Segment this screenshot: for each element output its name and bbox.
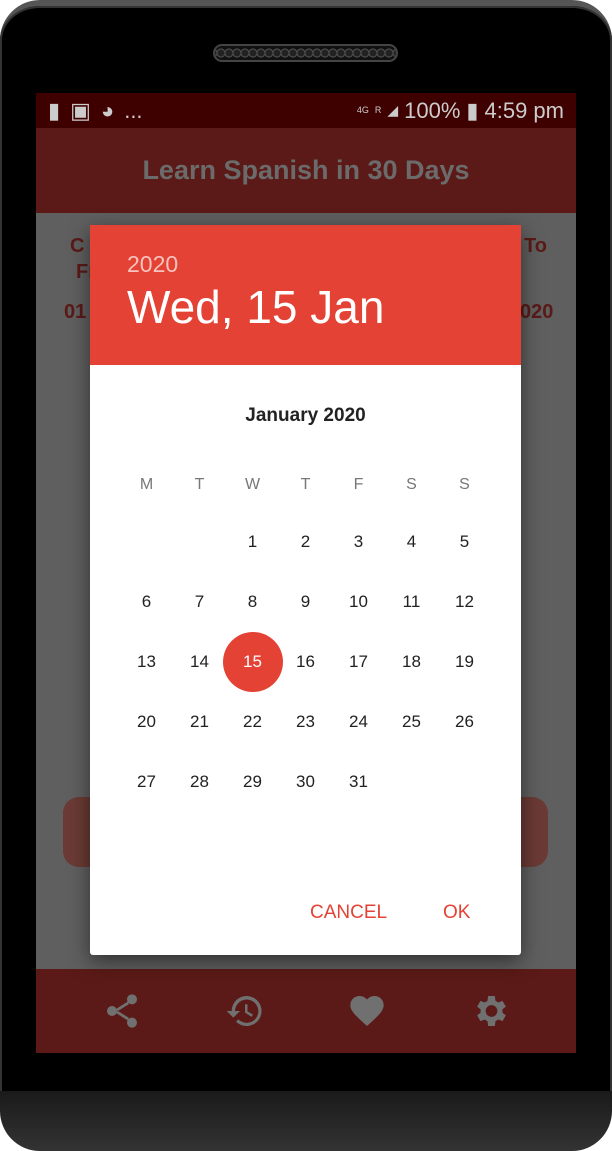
calendar-day[interactable]: 1 [226,522,279,562]
speaker-grille [213,44,398,62]
calendar-day[interactable]: 29 [226,762,279,802]
bottom-nav [36,969,576,1053]
calendar-day[interactable]: 12 [438,582,491,622]
status-bar: ▮ ▣ ◕ ... 4G R ◢ 100% ▮ 4:59 pm [36,93,576,128]
calendar-day[interactable]: 24 [332,702,385,742]
flipboard-icon: ▣ [70,97,91,123]
calendar-day[interactable]: 4 [385,522,438,562]
calendar-day[interactable]: 10 [332,582,385,622]
calendar-day[interactable]: 9 [279,582,332,622]
calendar-day[interactable]: 13 [120,642,173,682]
year-selector[interactable]: 2020 [127,251,484,278]
calendar-day[interactable]: 15 [226,642,279,682]
phone-bottom-bezel [0,1091,612,1151]
share-icon[interactable] [102,991,142,1031]
bg-label-fragment: C [70,235,85,257]
app-bar: Learn Spanish in 30 Days [36,128,576,213]
weekday-header: W [244,476,261,493]
calendar-day[interactable]: 25 [385,702,438,742]
calendar-day[interactable]: 14 [173,642,226,682]
calendar-day[interactable]: 26 [438,702,491,742]
weekday-header: T [300,476,311,493]
calendar-day[interactable]: 18 [385,642,438,682]
weekday-header: F [353,476,364,493]
settings-icon[interactable] [470,991,510,1031]
calendar-day[interactable]: 27 [120,762,173,802]
selected-date: Wed, 15 Jan [127,281,385,333]
calendar-day[interactable]: 31 [332,762,385,802]
weekday-header: S [406,476,417,493]
ok-button[interactable]: OK [443,902,470,924]
calendar-day[interactable]: 19 [438,642,491,682]
date-picker-header: 2020 Wed, 15 Jan [90,225,521,365]
trending-icon: ◕ [100,97,115,123]
calendar-day[interactable]: 17 [332,642,385,682]
weekday-header: M [139,476,154,493]
network-type: 4G [356,105,369,115]
cancel-button[interactable]: CANCEL [310,902,387,924]
calendar-day[interactable]: 7 [173,582,226,622]
bg-from-date-fragment: 01 [64,301,87,323]
bg-to-date-fragment: 020 [520,301,554,323]
calendar-day[interactable]: 6 [120,582,173,622]
favorite-icon[interactable] [347,991,387,1031]
app-title: Learn Spanish in 30 Days [142,155,470,185]
calendar-day[interactable]: 20 [120,702,173,742]
battery-icon: ▮ [466,97,479,123]
month-label: January 2020 [245,405,366,426]
date-picker-dialog: 2020 Wed, 15 Jan January 2020 MTWTFSS123… [90,225,521,955]
calendar-day[interactable]: 8 [226,582,279,622]
history-icon[interactable] [225,991,265,1031]
battery-level: 100% [404,97,461,123]
calendar-day[interactable]: 28 [173,762,226,802]
calendar-day[interactable]: 11 [385,582,438,622]
more-notifications: ... [124,97,143,123]
weekday-header: T [194,476,205,493]
calendar-day[interactable]: 5 [438,522,491,562]
signal-icon: ◢ [387,102,399,118]
weekday-header: S [459,476,470,493]
calendar-day[interactable]: 22 [226,702,279,742]
calendar-day[interactable]: 2 [279,522,332,562]
calendar-day[interactable]: 3 [332,522,385,562]
clock: 4:59 pm [484,97,565,123]
message-icon: ▮ [48,97,61,123]
bg-to-fragment: To [524,235,547,257]
calendar-day[interactable]: 21 [173,702,226,742]
roaming-indicator: R [374,105,382,115]
calendar-day[interactable]: 30 [279,762,332,802]
calendar-day[interactable]: 16 [279,642,332,682]
calendar-day[interactable]: 23 [279,702,332,742]
